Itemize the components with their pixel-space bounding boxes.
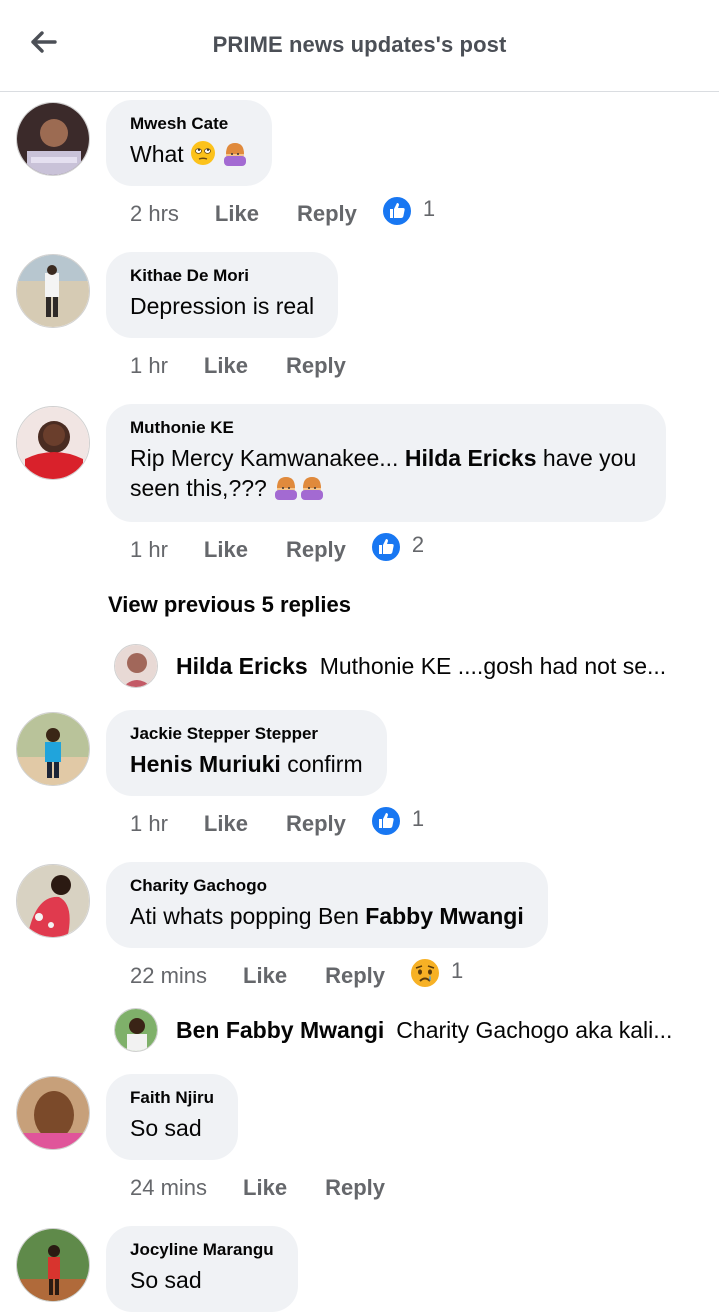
reply-preview-text: Hilda Ericks Muthonie KE ....gosh had not… bbox=[176, 653, 666, 680]
comment-time: 1 hr bbox=[130, 537, 168, 562]
reply-button[interactable]: Reply bbox=[325, 1175, 385, 1201]
mention-link[interactable]: Henis Muriuki bbox=[130, 751, 281, 777]
reaction-summary[interactable]: 1 bbox=[369, 805, 425, 843]
avatar[interactable] bbox=[16, 864, 90, 938]
comment-text-content: Ati whats popping Ben bbox=[130, 903, 366, 929]
view-previous-replies-link[interactable]: View previous 5 replies bbox=[108, 592, 351, 618]
avatar[interactable] bbox=[16, 406, 90, 480]
reply-preview[interactable]: Ben Fabby Mwangi Charity Gachogo aka kali… bbox=[114, 1008, 704, 1052]
comment-text: So sad bbox=[130, 1115, 202, 1141]
reaction-count: 1 bbox=[451, 958, 464, 983]
comment-author[interactable]: Mwesh Cate bbox=[130, 114, 248, 134]
reply-button[interactable]: Reply bbox=[286, 811, 346, 837]
reply-author[interactable]: Hilda Ericks bbox=[176, 653, 308, 679]
comment-bubble[interactable]: Jackie Stepper Stepper Henis Muriuki con… bbox=[106, 710, 387, 796]
facepalm-emoji-icon bbox=[273, 474, 299, 507]
comment-text: Depression is real bbox=[130, 293, 315, 319]
reaction-count: 1 bbox=[422, 196, 436, 221]
comment-text-content: confirm bbox=[280, 751, 363, 777]
like-button[interactable]: Like bbox=[204, 353, 248, 379]
comment-text: So sad bbox=[130, 1267, 202, 1293]
comment-bubble[interactable]: Faith Njiru So sad bbox=[106, 1074, 239, 1160]
like-reaction-icon bbox=[369, 531, 402, 569]
comment-author[interactable]: Charity Gachogo bbox=[130, 876, 524, 896]
avatar[interactable] bbox=[16, 102, 90, 176]
avatar[interactable] bbox=[16, 254, 90, 328]
comment-bubble[interactable]: Muthonie KE Rip Mercy Kamwanakee... Hild… bbox=[106, 404, 666, 522]
like-button[interactable]: Like bbox=[215, 201, 259, 227]
reaction-summary[interactable]: 1 bbox=[409, 957, 463, 995]
reply-preview[interactable]: Hilda Ericks Muthonie KE ....gosh had not… bbox=[114, 644, 704, 688]
reply-button[interactable]: Reply bbox=[286, 537, 346, 563]
comment-time: 1 hr bbox=[130, 811, 168, 836]
comment-text: Rip Mercy Kamwanakee... Hilda Ericks hav… bbox=[130, 445, 636, 501]
reply-button[interactable]: Reply bbox=[325, 963, 385, 989]
comment-author[interactable]: Muthonie KE bbox=[130, 418, 642, 438]
like-button[interactable]: Like bbox=[243, 963, 287, 989]
comment-time: 24 mins bbox=[130, 1175, 208, 1200]
avatar[interactable] bbox=[114, 1008, 158, 1052]
reply-snippet: Muthonie KE ....gosh had not se... bbox=[319, 652, 667, 679]
comment-author[interactable]: Jackie Stepper Stepper bbox=[130, 724, 363, 744]
avatar[interactable] bbox=[16, 712, 90, 786]
mention-link[interactable]: Fabby Mwangi bbox=[365, 903, 523, 929]
comment-actions: 22 mins Like Reply 1 bbox=[130, 957, 463, 991]
reaction-count: 2 bbox=[411, 532, 425, 557]
reaction-summary[interactable]: 1 bbox=[380, 195, 436, 233]
comment-text-content: Rip Mercy Kamwanakee... bbox=[130, 445, 405, 471]
reaction-summary[interactable]: 2 bbox=[369, 531, 425, 569]
top-bar: PRIME news updates's post bbox=[0, 0, 719, 92]
like-reaction-icon bbox=[380, 195, 413, 233]
comment-bubble[interactable]: Charity Gachogo Ati whats popping Ben Fa… bbox=[106, 862, 548, 948]
comment-bubble[interactable]: Mwesh Cate What bbox=[106, 100, 273, 186]
reply-button[interactable]: Reply bbox=[286, 353, 346, 379]
reply-button[interactable]: Reply bbox=[297, 201, 357, 227]
comment-author[interactable]: Faith Njiru bbox=[130, 1088, 214, 1108]
like-button[interactable]: Like bbox=[204, 811, 248, 837]
comment-time: 1 hr bbox=[130, 353, 168, 378]
facepalm-emoji-icon bbox=[222, 140, 248, 173]
avatar[interactable] bbox=[16, 1076, 90, 1150]
comment-actions: 1 hr Like Reply 1 bbox=[130, 805, 424, 839]
reaction-count: 1 bbox=[411, 806, 425, 831]
comment-bubble[interactable]: Kithae De Mori Depression is real bbox=[106, 252, 339, 338]
comment-time: 2 hrs bbox=[130, 201, 179, 226]
comment-actions: 2 hrs Like Reply 1 bbox=[130, 195, 435, 229]
comment-bubble[interactable]: Jocyline Marangu So sad bbox=[106, 1226, 298, 1312]
comment-actions: 24 mins Like Reply bbox=[130, 1173, 423, 1203]
avatar[interactable] bbox=[16, 1228, 90, 1302]
avatar[interactable] bbox=[114, 644, 158, 688]
reply-preview-text: Ben Fabby Mwangi Charity Gachogo aka kali… bbox=[176, 1017, 672, 1044]
comment-text: Henis Muriuki confirm bbox=[130, 751, 363, 777]
like-button[interactable]: Like bbox=[204, 537, 248, 563]
comment-text-content: What bbox=[130, 141, 184, 167]
sad-reaction-icon bbox=[409, 957, 441, 995]
reply-author[interactable]: Ben Fabby Mwangi bbox=[176, 1017, 384, 1043]
page-title: PRIME news updates's post bbox=[212, 32, 507, 57]
eye-roll-emoji-icon bbox=[190, 140, 216, 173]
like-button[interactable]: Like bbox=[243, 1175, 287, 1201]
comment-text: What bbox=[130, 141, 248, 167]
comment-author[interactable]: Kithae De Mori bbox=[130, 266, 314, 286]
comment-time: 22 mins bbox=[130, 963, 208, 988]
reply-snippet: Charity Gachogo aka kali... bbox=[396, 1016, 673, 1043]
comment-actions: 1 hr Like Reply 2 bbox=[130, 531, 424, 565]
mention-link[interactable]: Hilda Ericks bbox=[405, 445, 537, 471]
comment-author[interactable]: Jocyline Marangu bbox=[130, 1240, 274, 1260]
like-reaction-icon bbox=[369, 805, 402, 843]
comment-text: Ati whats popping Ben Fabby Mwangi bbox=[130, 903, 524, 929]
facepalm-emoji-icon bbox=[299, 474, 325, 507]
comment-actions: 1 hr Like Reply bbox=[130, 351, 384, 381]
